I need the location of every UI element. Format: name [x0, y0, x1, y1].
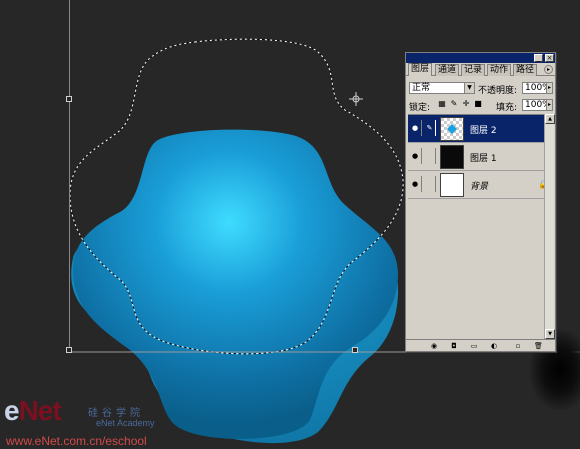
layers-scrollbar[interactable]: ▲ ▼ [544, 114, 555, 339]
lock-transparency-icon[interactable]: ▦ [438, 100, 446, 108]
layers-list: ● ✎ 图层 2 ● 图层 1 ● 背景 🔒 [408, 114, 552, 339]
layer-name: 背景 [470, 182, 489, 192]
transform-bbox-left-edge [69, 0, 70, 352]
panel-menu-icon[interactable]: ▸ [544, 65, 553, 74]
layer-thumbnail [440, 173, 464, 197]
tab-paths[interactable]: 路径 [513, 64, 538, 76]
layer-row-layer1[interactable]: ● 图层 1 [408, 143, 552, 171]
brush-slot-icon[interactable] [424, 176, 436, 192]
chevron-down-icon: ▼ [464, 83, 474, 93]
new-layer-icon[interactable]: ▫ [514, 342, 522, 350]
scroll-up-icon[interactable]: ▲ [545, 114, 555, 124]
lock-image-icon[interactable]: ✎ [450, 100, 458, 108]
mask-icon[interactable]: ◘ [450, 342, 458, 350]
diamond-icon [447, 124, 457, 134]
eye-icon[interactable]: ● [409, 120, 422, 136]
brush-icon[interactable]: ✎ [424, 120, 436, 136]
watermark-url: www.eNet.com.cn/eschool [6, 434, 147, 448]
watermark-chinese-text: 硅谷学院 [88, 408, 144, 419]
tab-layers[interactable]: 图层 [408, 63, 433, 76]
lock-label: 锁定: [409, 103, 431, 113]
tab-history[interactable]: 记录 [461, 64, 486, 76]
layer-name: 图层 1 [470, 154, 497, 164]
layer-name: 图层 2 [470, 126, 497, 136]
blend-mode-value: 正常 [412, 83, 431, 93]
trash-icon[interactable]: 🗑 [534, 342, 543, 350]
layer-thumbnail [440, 145, 464, 169]
transform-center-icon [349, 92, 363, 106]
opacity-arrow-icon: ▸ [546, 83, 552, 93]
layer-thumbnail [440, 117, 464, 141]
layer-style-icon[interactable]: ◉ [430, 342, 438, 350]
enet-logo: eNet [4, 395, 62, 426]
blend-opacity-row: 正常 ▼ 不透明度: 100% ▸ [406, 81, 555, 96]
opacity-label: 不透明度: [478, 86, 518, 96]
panel-footer: ◉ ◘ ▭ ◐ ▫ 🗑 [406, 339, 555, 351]
opacity-field[interactable]: 100% ▸ [522, 82, 553, 94]
eye-icon[interactable]: ● [409, 176, 422, 192]
close-button[interactable]: × [545, 54, 554, 62]
brush-slot-icon[interactable] [424, 148, 436, 164]
panel-titlebar[interactable]: _ × [406, 53, 555, 63]
transform-handle-bottom-middle[interactable] [352, 347, 358, 353]
lock-fill-row: 锁定: ▦ ✎ ✛ ■ 填充: 100% ▸ [406, 98, 555, 113]
lock-all-icon[interactable]: ■ [474, 100, 482, 108]
minimize-button[interactable]: _ [534, 54, 543, 62]
transform-handle-left-bottom[interactable] [66, 347, 72, 353]
layer-row-background[interactable]: ● 背景 🔒 [408, 171, 552, 199]
layers-panel: _ × 图层 通道 记录 动作 路径 ▸ 正常 ▼ 不透明度: 100% ▸ 锁… [405, 52, 556, 352]
fill-arrow-icon: ▸ [546, 100, 552, 110]
scroll-down-icon[interactable]: ▼ [545, 329, 555, 339]
watermark-english-text: eNet Academy [96, 418, 155, 428]
panel-tabs: 图层 通道 记录 动作 路径 ▸ [406, 63, 555, 76]
fill-label: 填充: [496, 103, 518, 113]
tab-channels[interactable]: 通道 [435, 64, 460, 76]
lock-position-icon[interactable]: ✛ [462, 100, 470, 108]
adjustment-layer-icon[interactable]: ◐ [490, 342, 498, 350]
eye-icon[interactable]: ● [409, 148, 422, 164]
layer-row-layer2[interactable]: ● ✎ 图层 2 [408, 115, 552, 143]
transform-handle-left-top[interactable] [66, 96, 72, 102]
blend-mode-select[interactable]: 正常 ▼ [409, 82, 475, 94]
fill-field[interactable]: 100% ▸ [522, 99, 553, 111]
layer-set-icon[interactable]: ▭ [470, 342, 478, 350]
tab-actions[interactable]: 动作 [487, 64, 512, 76]
blob-upper-shape [73, 129, 398, 440]
